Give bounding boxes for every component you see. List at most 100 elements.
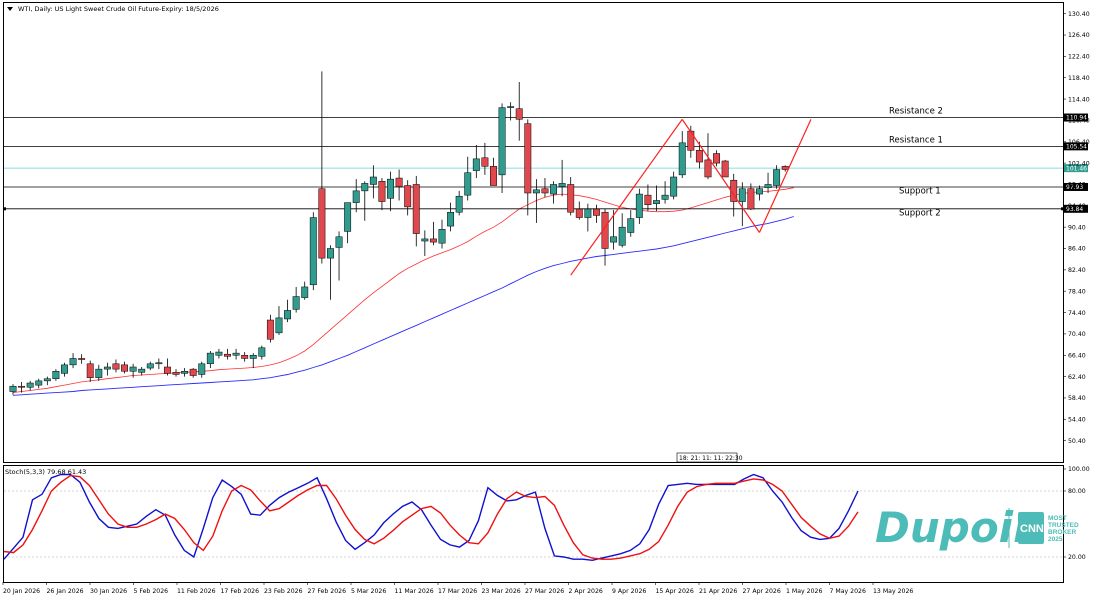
- date-tick-label: 13 May 2026: [873, 588, 913, 595]
- date-tick-label: 7 May 2026: [830, 588, 866, 595]
- candle-body: [747, 188, 755, 210]
- level-anchor-dot: [3, 207, 6, 211]
- candle-body: [78, 358, 86, 360]
- candle-body: [678, 142, 686, 176]
- date-tick-label: 5 Feb 2026: [134, 588, 169, 595]
- candle-body: [69, 358, 77, 366]
- price-tick-label: 54.40: [1068, 417, 1086, 424]
- candle-body: [224, 353, 231, 357]
- candle-body: [627, 218, 635, 233]
- candle-body: [498, 107, 506, 176]
- candle-body: [584, 208, 592, 218]
- candle-body: [532, 189, 540, 194]
- candle-body: [592, 208, 600, 216]
- candle-body: [9, 385, 17, 392]
- candle-body: [309, 217, 317, 286]
- candle-body: [121, 364, 128, 372]
- candle-body: [558, 183, 566, 187]
- candle-body: [206, 352, 214, 365]
- date-tick-label: 23 Mar 2026: [482, 588, 521, 595]
- candle-body: [215, 351, 223, 356]
- candle-body: [86, 363, 94, 378]
- candle-body: [670, 176, 678, 197]
- date-tick-label: 27 Feb 2026: [308, 588, 347, 595]
- brand-tagline-1: MOST: [1048, 515, 1067, 522]
- candle-body: [352, 190, 360, 203]
- price-tick-label: 66.40: [1068, 352, 1086, 359]
- candle-body: [335, 236, 343, 248]
- candle-body: [61, 364, 68, 374]
- price-tick-label: 86.40: [1068, 246, 1086, 253]
- stoch-tick-label: 20.00: [1068, 554, 1086, 561]
- candle-body: [567, 184, 575, 213]
- candle-body: [52, 371, 60, 379]
- price-tick-label: 58.40: [1068, 395, 1086, 402]
- candle-body: [781, 166, 789, 170]
- date-tick-label: 27 Apr 2026: [743, 588, 781, 595]
- level-anchor-dot: [1061, 207, 1064, 211]
- candle-body: [481, 157, 489, 167]
- candle-body: [198, 363, 206, 375]
- price-tick-label: 50.40: [1068, 438, 1086, 445]
- candle-body: [618, 226, 626, 246]
- price-tick-label: 62.40: [1068, 374, 1086, 381]
- candle-body: [507, 106, 515, 108]
- candle-body: [249, 355, 257, 359]
- brand-tagline-2: TRUSTED: [1048, 522, 1079, 529]
- candle-body: [524, 123, 532, 194]
- candle-body: [43, 378, 51, 382]
- candle-body: [258, 347, 266, 357]
- candle-body: [95, 368, 103, 378]
- candle-body: [129, 366, 137, 372]
- date-tick-label: 2 Apr 2026: [569, 588, 603, 595]
- candle-body: [275, 317, 283, 334]
- candle-body: [327, 248, 334, 259]
- chart-title: WTI, Daily: US Light Sweet Crude Oil Fut…: [7, 5, 219, 13]
- date-tick-label: 20 Jan 2026: [3, 588, 40, 595]
- stoch-title: Stoch(5,3,3) 79.68 61.43: [5, 468, 86, 476]
- brand-name: Dupoin: [875, 503, 1043, 552]
- date-tick-label: 26 Jan 2026: [47, 588, 84, 595]
- level-label: Support 1: [899, 186, 941, 196]
- date-tick-label: 27 Mar 2026: [525, 588, 564, 595]
- level-label: Resistance 2: [889, 107, 943, 117]
- candle-body: [301, 286, 309, 298]
- candle-body: [284, 310, 292, 320]
- candle-body: [773, 169, 781, 186]
- candle-body: [472, 158, 480, 171]
- candle-body: [138, 368, 146, 373]
- candle-body: [738, 188, 746, 202]
- date-tick-label: 1 May 2026: [786, 588, 822, 595]
- price-tick-label: 74.40: [1068, 310, 1086, 317]
- price-tick-label: 110.40: [1068, 118, 1090, 125]
- candle-body: [721, 160, 729, 178]
- candle-body: [644, 194, 652, 205]
- candle-body: [292, 296, 300, 310]
- date-tick-label: 15 Apr 2026: [656, 588, 694, 595]
- candle-body: [713, 153, 721, 164]
- candle-body: [344, 202, 352, 232]
- candle-body: [155, 362, 163, 365]
- candle-body: [490, 166, 497, 186]
- price-tick-label: 118.40: [1068, 75, 1090, 82]
- cnn-badge-text: CNN: [1020, 523, 1044, 535]
- date-tick-label: 30 Jan 2026: [90, 588, 127, 595]
- date-tick-label: 11 Mar 2026: [395, 588, 434, 595]
- candle-body: [635, 193, 643, 218]
- candle-body: [241, 355, 249, 359]
- price-tick-label: 122.40: [1068, 54, 1090, 61]
- level-label: Support 2: [899, 208, 941, 218]
- date-tick-label: 21 Apr 2026: [699, 588, 737, 595]
- candle-body: [404, 185, 412, 208]
- candle-body: [610, 236, 618, 243]
- brand-tagline-3: BROKER: [1048, 529, 1076, 536]
- candle-body: [515, 108, 523, 120]
- level-label: Resistance 1: [889, 135, 943, 145]
- candle-body: [369, 176, 377, 185]
- candle-body: [395, 177, 403, 187]
- price-tick-label: 94.40: [1068, 203, 1086, 210]
- chart-title-text: WTI, Daily: US Light Sweet Crude Oil Fut…: [18, 5, 219, 13]
- candle-body: [412, 184, 420, 234]
- candle-body: [447, 211, 455, 227]
- candle-body: [18, 385, 26, 388]
